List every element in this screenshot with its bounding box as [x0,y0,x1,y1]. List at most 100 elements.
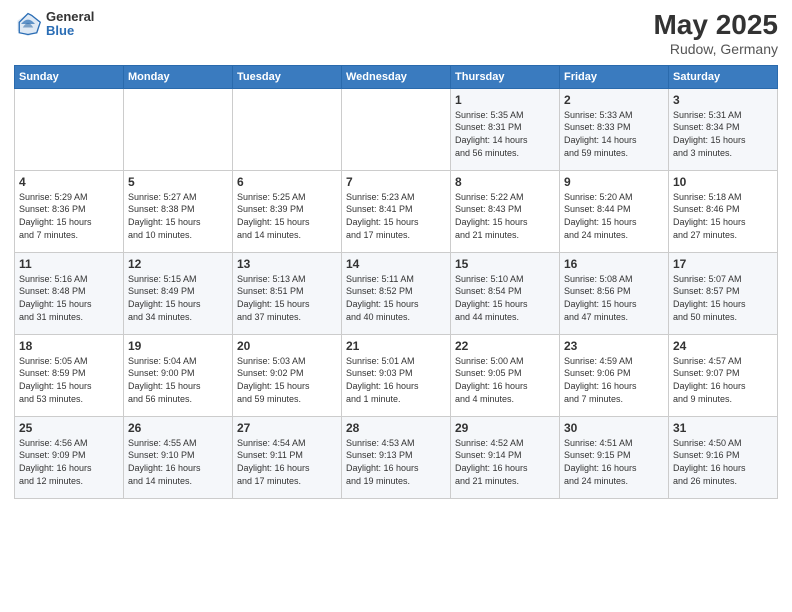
day-info: Sunrise: 5:05 AM Sunset: 8:59 PM Dayligh… [19,355,119,405]
day-number: 15 [455,257,555,271]
day-cell [15,88,124,170]
day-info: Sunrise: 5:20 AM Sunset: 8:44 PM Dayligh… [564,191,664,241]
day-number: 11 [19,257,119,271]
day-cell: 28 Sunrise: 4:53 AM Sunset: 9:13 PM Dayli… [342,416,451,498]
week-row-3: 11 Sunrise: 5:16 AM Sunset: 8:48 PM Dayli… [15,252,778,334]
day-number: 29 [455,421,555,435]
day-info: Sunrise: 5:10 AM Sunset: 8:54 PM Dayligh… [455,273,555,323]
day-cell: 14Sunrise: 5:11 AM Sunset: 8:52 PM Dayli… [342,252,451,334]
day-info: Sunrise: 5:31 AM Sunset: 8:34 PM Dayligh… [673,109,773,159]
day-cell: 16 Sunrise: 5:08 AM Sunset: 8:56 PM Dayli… [560,252,669,334]
day-info: Sunrise: 5:16 AM Sunset: 8:48 PM Dayligh… [19,273,119,323]
day-cell: 21 Sunrise: 5:01 AM Sunset: 9:03 PM Dayli… [342,334,451,416]
subtitle: Rudow, Germany [653,41,778,57]
header-sunday: Sunday [15,65,124,88]
day-info: Sunrise: 5:13 AM Sunset: 8:51 PM Dayligh… [237,273,337,323]
day-number: 20 [237,339,337,353]
day-info: Sunrise: 5:29 AM Sunset: 8:36 PM Dayligh… [19,191,119,241]
day-info: Sunrise: 4:51 AM Sunset: 9:15 PM Dayligh… [564,437,664,487]
header: General Blue May 2025 Rudow, Germany [14,10,778,57]
day-number: 22 [455,339,555,353]
header-thursday: Thursday [451,65,560,88]
title-block: May 2025 Rudow, Germany [653,10,778,57]
day-cell: 29 Sunrise: 4:52 AM Sunset: 9:14 PM Dayli… [451,416,560,498]
day-number: 12 [128,257,228,271]
day-info: Sunrise: 5:33 AM Sunset: 8:33 PM Dayligh… [564,109,664,159]
day-cell: 20 Sunrise: 5:03 AM Sunset: 9:02 PM Dayli… [233,334,342,416]
week-row-1: 1Sunrise: 5:35 AM Sunset: 8:31 PM Daylig… [15,88,778,170]
day-number: 6 [237,175,337,189]
day-number: 8 [455,175,555,189]
day-cell: 6 Sunrise: 5:25 AM Sunset: 8:39 PM Daylig… [233,170,342,252]
day-cell: 27Sunrise: 4:54 AM Sunset: 9:11 PM Dayli… [233,416,342,498]
day-cell [124,88,233,170]
day-info: Sunrise: 5:25 AM Sunset: 8:39 PM Dayligh… [237,191,337,241]
day-number: 28 [346,421,446,435]
day-cell: 25Sunrise: 4:56 AM Sunset: 9:09 PM Dayli… [15,416,124,498]
day-cell: 1Sunrise: 5:35 AM Sunset: 8:31 PM Daylig… [451,88,560,170]
day-info: Sunrise: 4:54 AM Sunset: 9:11 PM Dayligh… [237,437,337,487]
day-cell: 26 Sunrise: 4:55 AM Sunset: 9:10 PM Dayli… [124,416,233,498]
calendar-table: SundayMondayTuesdayWednesdayThursdayFrid… [14,65,778,499]
day-info: Sunrise: 5:08 AM Sunset: 8:56 PM Dayligh… [564,273,664,323]
logo-general-label: General [46,10,94,24]
day-info: Sunrise: 5:27 AM Sunset: 8:38 PM Dayligh… [128,191,228,241]
day-info: Sunrise: 5:15 AM Sunset: 8:49 PM Dayligh… [128,273,228,323]
day-info: Sunrise: 5:23 AM Sunset: 8:41 PM Dayligh… [346,191,446,241]
day-cell: 8Sunrise: 5:22 AM Sunset: 8:43 PM Daylig… [451,170,560,252]
day-number: 21 [346,339,446,353]
day-cell: 17 Sunrise: 5:07 AM Sunset: 8:57 PM Dayli… [669,252,778,334]
logo-blue-label: Blue [46,24,94,38]
day-number: 10 [673,175,773,189]
logo-icon [14,10,42,38]
day-number: 19 [128,339,228,353]
day-number: 26 [128,421,228,435]
logo: General Blue [14,10,94,39]
day-cell: 9 Sunrise: 5:20 AM Sunset: 8:44 PM Daylig… [560,170,669,252]
day-number: 23 [564,339,664,353]
day-cell: 10 Sunrise: 5:18 AM Sunset: 8:46 PM Dayli… [669,170,778,252]
day-cell: 2 Sunrise: 5:33 AM Sunset: 8:33 PM Daylig… [560,88,669,170]
day-cell: 31Sunrise: 4:50 AM Sunset: 9:16 PM Dayli… [669,416,778,498]
day-info: Sunrise: 5:18 AM Sunset: 8:46 PM Dayligh… [673,191,773,241]
day-number: 16 [564,257,664,271]
day-number: 5 [128,175,228,189]
day-cell: 24 Sunrise: 4:57 AM Sunset: 9:07 PM Dayli… [669,334,778,416]
day-info: Sunrise: 5:07 AM Sunset: 8:57 PM Dayligh… [673,273,773,323]
day-cell: 18Sunrise: 5:05 AM Sunset: 8:59 PM Dayli… [15,334,124,416]
day-number: 3 [673,93,773,107]
day-info: Sunrise: 4:50 AM Sunset: 9:16 PM Dayligh… [673,437,773,487]
day-number: 30 [564,421,664,435]
day-cell: 3 Sunrise: 5:31 AM Sunset: 8:34 PM Daylig… [669,88,778,170]
day-info: Sunrise: 4:59 AM Sunset: 9:06 PM Dayligh… [564,355,664,405]
day-info: Sunrise: 5:01 AM Sunset: 9:03 PM Dayligh… [346,355,446,405]
week-row-4: 18Sunrise: 5:05 AM Sunset: 8:59 PM Dayli… [15,334,778,416]
day-number: 2 [564,93,664,107]
day-info: Sunrise: 5:35 AM Sunset: 8:31 PM Dayligh… [455,109,555,159]
day-cell: 19 Sunrise: 5:04 AM Sunset: 9:00 PM Dayli… [124,334,233,416]
day-info: Sunrise: 4:57 AM Sunset: 9:07 PM Dayligh… [673,355,773,405]
day-info: Sunrise: 5:04 AM Sunset: 9:00 PM Dayligh… [128,355,228,405]
day-cell [342,88,451,170]
week-row-2: 4 Sunrise: 5:29 AM Sunset: 8:36 PM Daylig… [15,170,778,252]
header-friday: Friday [560,65,669,88]
day-info: Sunrise: 4:55 AM Sunset: 9:10 PM Dayligh… [128,437,228,487]
day-number: 14 [346,257,446,271]
day-info: Sunrise: 4:52 AM Sunset: 9:14 PM Dayligh… [455,437,555,487]
day-cell: 13Sunrise: 5:13 AM Sunset: 8:51 PM Dayli… [233,252,342,334]
day-number: 24 [673,339,773,353]
day-cell: 22Sunrise: 5:00 AM Sunset: 9:05 PM Dayli… [451,334,560,416]
header-tuesday: Tuesday [233,65,342,88]
day-number: 9 [564,175,664,189]
day-number: 4 [19,175,119,189]
day-cell: 11 Sunrise: 5:16 AM Sunset: 8:48 PM Dayli… [15,252,124,334]
month-title: May 2025 [653,10,778,41]
day-info: Sunrise: 4:53 AM Sunset: 9:13 PM Dayligh… [346,437,446,487]
week-row-5: 25Sunrise: 4:56 AM Sunset: 9:09 PM Dayli… [15,416,778,498]
day-cell: 4 Sunrise: 5:29 AM Sunset: 8:36 PM Daylig… [15,170,124,252]
day-cell: 30 Sunrise: 4:51 AM Sunset: 9:15 PM Dayli… [560,416,669,498]
header-monday: Monday [124,65,233,88]
day-info: Sunrise: 5:03 AM Sunset: 9:02 PM Dayligh… [237,355,337,405]
page: General Blue May 2025 Rudow, Germany Sun… [0,0,792,612]
day-number: 17 [673,257,773,271]
